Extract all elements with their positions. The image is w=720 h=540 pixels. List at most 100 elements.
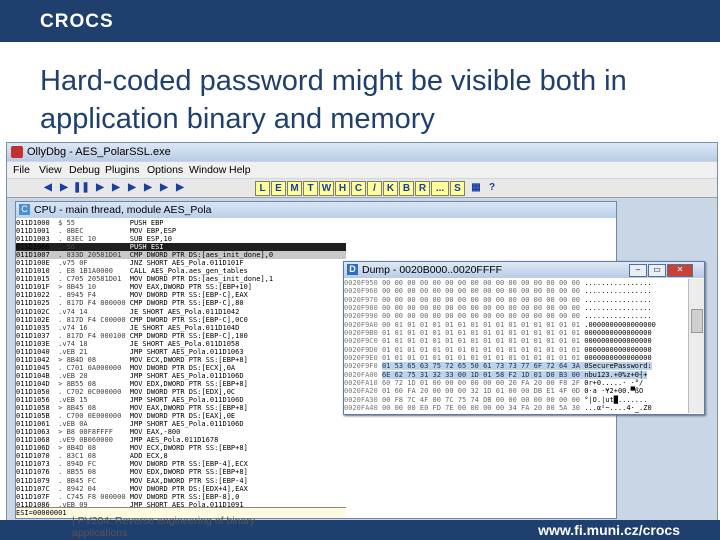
disasm-row[interactable]: 011D1042 > 8B4D 08 MOV ECX,DWORD PTR SS:… [16,356,346,364]
help-icon[interactable]: ? [485,181,499,194]
toolbar-c-button[interactable]: C [351,181,366,196]
maximize-icon[interactable]: ▭ [648,264,666,277]
rewind-icon[interactable]: ◀ [41,181,55,194]
disasm-row[interactable]: 011D1063 > B8 00F8FFFF MOV EAX,-800 [16,428,346,436]
disasm-row[interactable]: 011D1010 . E8 1B1A0000 CALL AES_Pola.aes… [16,267,346,275]
hex-dump-pane[interactable]: 0020F950 00 00 00 00 00 00 00 00 00 00 0… [344,279,688,413]
disasm-row[interactable]: 011D105B . C700 0E000000 MOV DWORD PTR D… [16,412,346,420]
pause-icon[interactable]: ❚❚ [73,181,90,194]
disasm-row[interactable]: 011D1073 . 894D FC MOV DWORD PTR SS:[EBP… [16,460,346,468]
dump-row[interactable]: 0020FA40 00 00 00 E0 FD 7E 00 00 00 00 3… [344,404,688,412]
toolbar-r-button[interactable]: R [415,181,430,196]
toolbar-ellipsis-button[interactable]: ... [431,181,449,196]
close-icon[interactable]: ✕ [667,264,693,277]
footer-url[interactable]: www.fi.muni.cz/crocs [538,521,680,539]
trace-over-icon[interactable]: ▶ [141,181,155,194]
disasm-row[interactable]: 011D1070 . 83C1 08 ADD ECX,8 [16,452,346,460]
toolbar: ◀ ▶ ❚❚ ▶ ▶ ▶ ▶ ▶ ▶ L E M T W H C / K B R… [7,179,717,198]
dump-scrollbar[interactable] [688,279,704,413]
disasm-row[interactable]: 011D1006 . 56 PUSH ESI [16,243,346,252]
menu-file[interactable]: File [13,162,30,178]
disasm-row[interactable]: 011D1079 . 8B45 FC MOV EAX,DWORD PTR SS:… [16,477,346,485]
dump-row[interactable]: 0020F9E0 01 01 01 01 01 01 01 01 01 01 0… [344,354,688,362]
menu-debug[interactable]: Debug [69,162,100,178]
scrollbar-thumb[interactable] [691,309,703,333]
cpu-window-titlebar[interactable]: C CPU - main thread, module AES_Pola [16,202,616,218]
run-icon[interactable]: ▶ [57,181,71,194]
toolbar-k-button[interactable]: K [383,181,398,196]
go-to-address-icon[interactable]: ▶ [173,181,187,194]
disasm-row[interactable]: 011D102E . 817D F4 C00000 CMP DWORD PTR … [16,316,346,324]
toolbar-slash-button[interactable]: / [367,181,382,196]
disasm-row[interactable]: 011D104B .vEB 20 JMP SHORT AES_Pola.011D… [16,372,346,380]
toolbar-l-button[interactable]: L [255,181,270,196]
menu-help[interactable]: Help [229,162,251,178]
dump-row[interactable]: 0020F9C0 01 01 01 01 01 01 01 01 01 01 0… [344,337,688,345]
dump-row[interactable]: 0020F9B0 01 01 01 01 01 01 01 01 01 01 0… [344,329,688,337]
disasm-row[interactable]: 011D1061 .vEB 0A JMP SHORT AES_Pola.011D… [16,420,346,428]
dump-row[interactable]: 0020F970 00 00 00 00 00 00 00 00 00 00 0… [344,296,688,304]
disasm-row[interactable]: 011D1003 . 83EC 10 SUB ESP,10 [16,235,346,243]
menu-options[interactable]: Options [147,162,183,178]
disasm-row[interactable]: 011D102C .v74 14 JE SHORT AES_Pola.011D1… [16,308,346,316]
dump-row[interactable]: 0020F950 00 00 00 00 00 00 00 00 00 00 0… [344,279,688,287]
menu-window[interactable]: Window [189,162,226,178]
dump-row[interactable]: 0020FA30 00 F8 7C 4F 00 7C 75 74 DB 00 0… [344,396,688,404]
disasm-row[interactable]: 011D1056 .vEB 15 JMP SHORT AES_Pola.011D… [16,396,346,404]
disasm-bytes: . 83C1 08 [49,452,126,461]
dump-row[interactable]: 0020F9D0 01 01 01 01 01 01 01 01 01 01 0… [344,346,688,354]
menu-plugins[interactable]: Plugins [105,162,139,178]
disasm-row[interactable]: 011D1000 $ 55 PUSH EBP [16,219,346,227]
disasm-row[interactable]: 011D107F . C745 F8 000000 MOV DWORD PTR … [16,493,346,501]
disasm-row[interactable]: 011D1035 .v74 16 JE SHORT AES_Pola.011D1… [16,324,346,332]
disasm-bytes: > 8B55 08 [49,379,126,388]
disassembly-pane[interactable]: 011D1000 $ 55 PUSH EBP 011D1001 . 8BEC MO… [16,219,346,509]
step-into-icon[interactable]: ▶ [93,181,107,194]
disasm-row[interactable]: 011D1040 .vEB 21 JMP SHORT AES_Pola.011D… [16,348,346,356]
disasm-row[interactable]: 011D1022 . 8945 F4 MOV DWORD PTR SS:[EBP… [16,291,346,299]
dump-window-titlebar[interactable]: D Dump - 0020B000..0020FFFF – ▭ ✕ [344,262,704,278]
trace-into-icon[interactable]: ▶ [125,181,139,194]
dump-address: 0020FA00 [344,370,382,379]
dump-row[interactable]: 0020F960 00 00 00 00 00 00 00 00 00 00 0… [344,287,688,295]
dump-row[interactable]: 0020F980 00 00 00 00 00 00 00 00 00 00 0… [344,304,688,312]
disasm-row[interactable]: 011D1058 > 8B45 08 MOV EAX,DWORD PTR SS:… [16,404,346,412]
disasm-row[interactable]: 011D1037 . 817D F4 000100 CMP DWORD PTR … [16,332,346,340]
disasm-row[interactable]: 011D107C . 8942 04 MOV DWORD PTR DS:[EDX… [16,485,346,493]
execute-till-return-icon[interactable]: ▶ [157,181,171,194]
disasm-instruction: MOV ECX,DWORD PTR SS:[EBP+8] [125,355,248,364]
disasm-row[interactable]: 011D1007 . 833D 20581D01 CMP DWORD PTR D… [16,251,346,260]
disasm-row[interactable]: 011D104D > 8B55 08 MOV EDX,DWORD PTR SS:… [16,380,346,388]
disasm-address: 011D1037 [16,331,50,340]
step-over-icon[interactable]: ▶ [109,181,123,194]
menu-view[interactable]: View [39,162,62,178]
toolbar-e-button[interactable]: E [271,181,286,196]
toolbar-w-button[interactable]: W [319,181,334,196]
disasm-row[interactable]: 011D1025 . 817D F4 800000 CMP DWORD PTR … [16,299,346,307]
minimize-icon[interactable]: – [629,264,647,277]
disasm-row[interactable]: 011D100E .v75 0F JNZ SHORT AES_Pola.011D… [16,259,346,267]
window-titlebar[interactable]: OllyDbg - AES_PolarSSL.exe [7,143,717,161]
dump-row[interactable]: 0020F9A0 00 01 01 01 01 01 01 01 01 01 0… [344,321,688,329]
grid-icon[interactable]: ▦ [469,181,483,194]
toolbar-s-button[interactable]: S [450,181,465,196]
dump-ascii: nbu123.+0%z+0┤+ [580,370,648,379]
toolbar-b-button[interactable]: B [399,181,414,196]
dump-row[interactable]: 0020FA50 00 9C FA 20 00 89 36 1D 01 34 C… [344,413,688,414]
dump-row[interactable]: 0020F990 00 00 00 00 00 00 00 00 00 00 0… [344,312,688,320]
disasm-row[interactable]: 011D1015 . C705 20581D01 MOV DWORD PTR D… [16,275,346,283]
disasm-row[interactable]: 011D101F > 8B45 10 MOV EAX,DWORD PTR SS:… [16,283,346,291]
disasm-row[interactable]: 011D1045 . C701 0A000000 MOV DWORD PTR D… [16,364,346,372]
toolbar-t-button[interactable]: T [303,181,318,196]
dump-row[interactable]: 0020FA20 01 60 FA 20 00 00 00 32 1D 01 0… [344,387,688,395]
disasm-row[interactable]: 011D1050 . C702 0C000000 MOV DWORD PTR D… [16,388,346,396]
dump-row-password[interactable]: 0020F9F0 01 53 65 63 75 72 65 50 61 73 7… [344,362,688,371]
toolbar-m-button[interactable]: M [287,181,302,196]
dump-row-password[interactable]: 0020FA00 6E 62 75 31 32 33 00 1D 01 58 F… [344,370,688,379]
disasm-row[interactable]: 011D1001 . 8BEC MOV EBP,ESP [16,227,346,235]
disasm-row[interactable]: 011D106D > 8B4D 08 MOV ECX,DWORD PTR SS:… [16,444,346,452]
disasm-row[interactable]: 011D1076 . 8B55 08 MOV EDX,DWORD PTR SS:… [16,468,346,476]
toolbar-h-button[interactable]: H [335,181,350,196]
disasm-row[interactable]: 011D103E .v74 18 JE SHORT AES_Pola.011D1… [16,340,346,348]
disasm-row[interactable]: 011D1068 .vE9 0B060000 JMP AES_Pola.011D… [16,436,346,444]
